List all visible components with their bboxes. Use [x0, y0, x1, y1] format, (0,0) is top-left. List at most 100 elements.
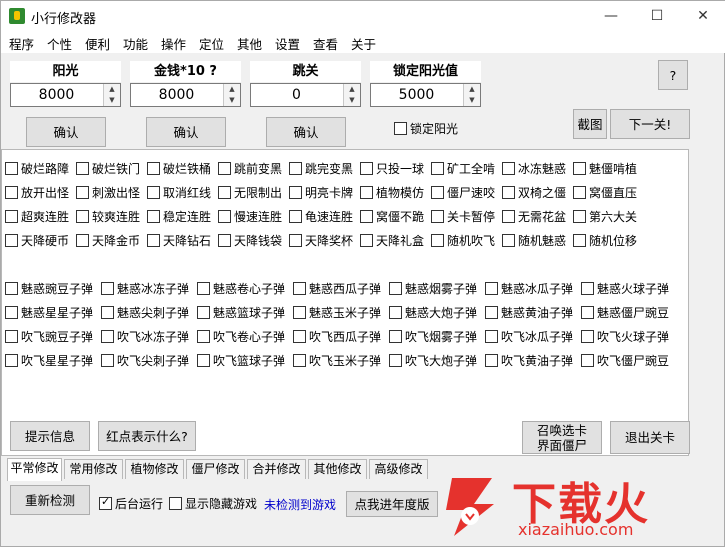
next-level-button[interactable]: 下一关!: [610, 109, 690, 139]
checkbox-icon[interactable]: [360, 185, 373, 199]
checkbox-icon[interactable]: [431, 161, 444, 175]
menu-function[interactable]: 功能: [123, 34, 148, 53]
checkbox-icon[interactable]: [293, 305, 306, 319]
checkbox-icon[interactable]: [76, 209, 89, 223]
spin-up-icon[interactable]: ▲: [223, 84, 240, 95]
option-checkbox[interactable]: 超爽连胜: [5, 208, 69, 224]
minimize-button[interactable]: —: [588, 1, 634, 31]
sun-spinner[interactable]: 8000 ▲ ▼: [10, 83, 121, 107]
confirm-skip-level-button[interactable]: 确认: [266, 117, 346, 147]
red-dot-button[interactable]: 红点表示什么?: [98, 421, 196, 451]
option-checkbox[interactable]: 魅僵啃植: [573, 160, 637, 176]
option-checkbox[interactable]: 取消红线: [147, 184, 211, 200]
option-checkbox[interactable]: 窝僵直压: [573, 184, 637, 200]
checkbox-icon[interactable]: [5, 305, 18, 319]
menu-convenience[interactable]: 便利: [85, 34, 110, 53]
checkbox-icon[interactable]: [581, 305, 594, 319]
lock-sun-value[interactable]: 5000: [371, 84, 462, 106]
spin-down-icon[interactable]: ▼: [223, 95, 240, 106]
checkbox-checked-icon[interactable]: [99, 495, 112, 510]
option-checkbox[interactable]: 吹飞卷心子弹: [197, 328, 285, 344]
option-checkbox[interactable]: 较爽连胜: [76, 208, 140, 224]
menu-view[interactable]: 查看: [313, 34, 338, 53]
checkbox-icon[interactable]: [5, 353, 18, 367]
option-checkbox[interactable]: 魅惑烟雾子弹: [389, 280, 477, 296]
option-checkbox[interactable]: 吹飞西瓜子弹: [293, 328, 381, 344]
close-button[interactable]: ✕: [680, 1, 725, 31]
option-checkbox[interactable]: 魅惑火球子弹: [581, 280, 669, 296]
checkbox-icon[interactable]: [573, 233, 586, 247]
option-checkbox[interactable]: 无需花盆: [502, 208, 566, 224]
money-spinner[interactable]: 8000 ▲ ▼: [130, 83, 241, 107]
option-checkbox[interactable]: 僵尸速咬: [431, 184, 495, 200]
money-value[interactable]: 8000: [131, 84, 222, 106]
checkbox-icon[interactable]: [581, 329, 594, 343]
checkbox-icon[interactable]: [360, 161, 373, 175]
checkbox-icon[interactable]: [218, 161, 231, 175]
option-checkbox[interactable]: 吹飞僵尸豌豆: [581, 352, 669, 368]
checkbox-icon[interactable]: [431, 233, 444, 247]
checkbox-icon[interactable]: [101, 281, 114, 295]
sun-value[interactable]: 8000: [11, 84, 102, 106]
menu-personal[interactable]: 个性: [47, 34, 72, 53]
spin-down-icon[interactable]: ▼: [463, 95, 480, 106]
option-checkbox[interactable]: 天降硬币: [5, 232, 69, 248]
option-checkbox[interactable]: 吹飞星星子弹: [5, 352, 93, 368]
checkbox-icon[interactable]: [502, 185, 515, 199]
checkbox-icon[interactable]: [293, 281, 306, 295]
checkbox-icon[interactable]: [360, 209, 373, 223]
option-checkbox[interactable]: 窝僵不跪: [360, 208, 424, 224]
checkbox-icon[interactable]: [502, 233, 515, 247]
checkbox-icon[interactable]: [394, 121, 407, 135]
option-checkbox[interactable]: 放开出怪: [5, 184, 69, 200]
checkbox-icon[interactable]: [293, 353, 306, 367]
checkbox-icon[interactable]: [5, 185, 18, 199]
checkbox-icon[interactable]: [485, 353, 498, 367]
tab-other[interactable]: 其他修改: [308, 459, 367, 479]
tab-merge[interactable]: 合并修改: [247, 459, 306, 479]
checkbox-icon[interactable]: [573, 209, 586, 223]
checkbox-icon[interactable]: [101, 305, 114, 319]
option-checkbox[interactable]: 吹飞冰瓜子弹: [485, 328, 573, 344]
option-checkbox[interactable]: 冰冻魅惑: [502, 160, 566, 176]
checkbox-icon[interactable]: [101, 329, 114, 343]
checkbox-icon[interactable]: [147, 185, 160, 199]
checkbox-icon[interactable]: [76, 185, 89, 199]
option-checkbox[interactable]: 随机位移: [573, 232, 637, 248]
checkbox-icon[interactable]: [502, 209, 515, 223]
checkbox-icon[interactable]: [389, 281, 402, 295]
tab-normal[interactable]: 平常修改: [7, 458, 62, 481]
checkbox-icon[interactable]: [218, 209, 231, 223]
option-checkbox[interactable]: 破烂铁门: [76, 160, 140, 176]
option-checkbox[interactable]: 无限制出: [218, 184, 282, 200]
option-checkbox[interactable]: 魅惑尖刺子弹: [101, 304, 189, 320]
checkbox-icon[interactable]: [5, 329, 18, 343]
spin-down-icon[interactable]: ▼: [343, 95, 360, 106]
option-checkbox[interactable]: 龟速连胜: [289, 208, 353, 224]
checkbox-icon[interactable]: [147, 209, 160, 223]
option-checkbox[interactable]: 魅惑大炮子弹: [389, 304, 477, 320]
checkbox-icon[interactable]: [147, 161, 160, 175]
menu-operation[interactable]: 操作: [161, 34, 186, 53]
option-checkbox[interactable]: 第六大关: [573, 208, 637, 224]
confirm-money-button[interactable]: 确认: [146, 117, 226, 147]
checkbox-icon[interactable]: [389, 305, 402, 319]
option-checkbox[interactable]: 天降礼盒: [360, 232, 424, 248]
checkbox-icon[interactable]: [5, 209, 18, 223]
checkbox-icon[interactable]: [581, 353, 594, 367]
option-checkbox[interactable]: 随机魅惑: [502, 232, 566, 248]
option-checkbox[interactable]: 吹飞篮球子弹: [197, 352, 285, 368]
menu-locate[interactable]: 定位: [199, 34, 224, 53]
checkbox-icon[interactable]: [147, 233, 160, 247]
checkbox-icon[interactable]: [573, 185, 586, 199]
checkbox-icon[interactable]: [581, 281, 594, 295]
option-checkbox[interactable]: 吹飞玉米子弹: [293, 352, 381, 368]
checkbox-icon[interactable]: [76, 233, 89, 247]
spin-up-icon[interactable]: ▲: [463, 84, 480, 95]
option-checkbox[interactable]: 稳定连胜: [147, 208, 211, 224]
option-checkbox[interactable]: 吹飞火球子弹: [581, 328, 669, 344]
option-checkbox[interactable]: 慢速连胜: [218, 208, 282, 224]
checkbox-icon[interactable]: [197, 329, 210, 343]
checkbox-icon[interactable]: [169, 496, 182, 510]
option-checkbox[interactable]: 魅惑冰冻子弹: [101, 280, 189, 296]
